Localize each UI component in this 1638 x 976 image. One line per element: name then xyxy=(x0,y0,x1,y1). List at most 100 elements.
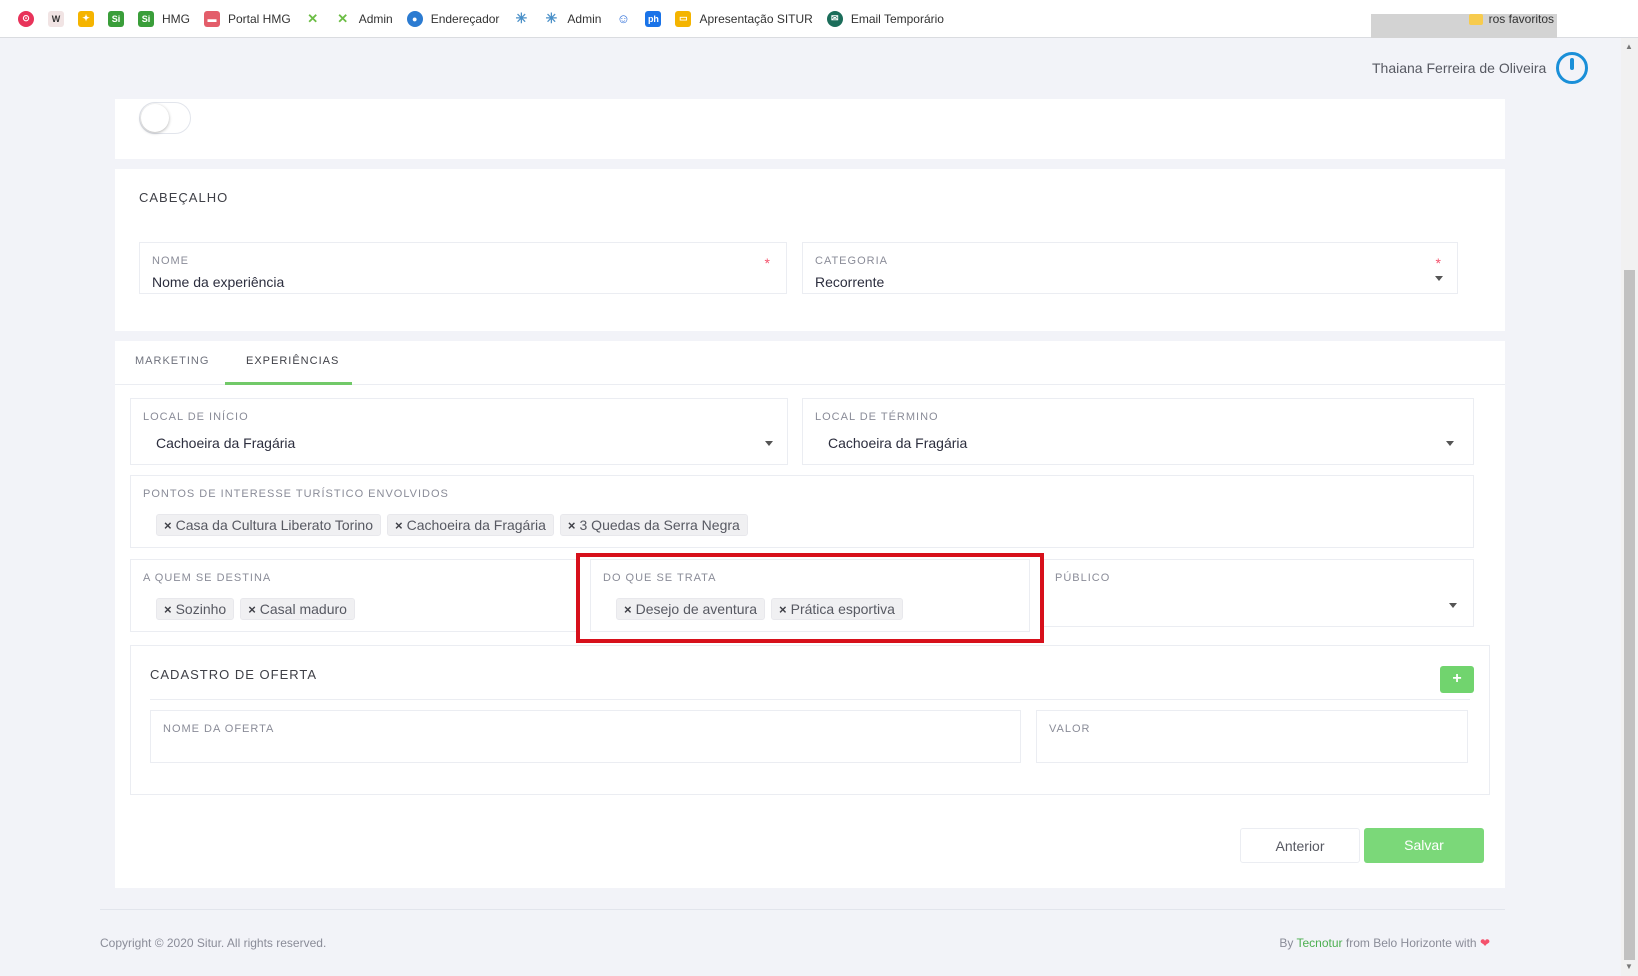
section-title-cabecalho: CABEÇALHO xyxy=(139,190,229,205)
bookmark-3[interactable]: ✦ xyxy=(78,10,94,27)
chip-remove-icon[interactable]: × xyxy=(568,515,576,536)
chevron-down-icon xyxy=(1449,603,1457,608)
x-logo-icon: ✕ xyxy=(307,10,319,26)
publico-select[interactable]: PÚBLICO xyxy=(1042,559,1474,627)
bookmark-admin-2[interactable]: ✳ Admin xyxy=(543,10,602,27)
scroll-down-icon[interactable]: ▼ xyxy=(1625,962,1633,971)
other-favorites-label: ros favoritos xyxy=(1488,12,1554,26)
highlight-box xyxy=(576,553,1044,643)
asterisk-icon: ✳ xyxy=(515,10,528,26)
required-mark: * xyxy=(764,255,770,271)
chip-label: Sozinho xyxy=(175,600,227,617)
other-favorites[interactable]: ros favoritos xyxy=(1468,12,1554,26)
portal-icon: ▬ xyxy=(204,10,220,27)
heart-icon: ❤ xyxy=(1479,936,1490,950)
scroll-up-icon[interactable]: ▲ xyxy=(1625,42,1633,51)
ph-icon: ph xyxy=(645,10,662,27)
footer-credits: By Tecnotur from Belo Horizonte with ❤ xyxy=(1279,936,1490,950)
nome-label: NOME xyxy=(152,255,189,267)
slides-icon: ▭ xyxy=(675,10,692,27)
destina-chips: × Sozinho × Casal maduro xyxy=(156,598,361,620)
offer-section-title: CADASTRO DE OFERTA xyxy=(150,667,318,682)
bookmark-email[interactable]: ✉ Email Temporário xyxy=(826,10,944,27)
bookmark-admin-1[interactable]: ✕ Admin xyxy=(335,10,392,27)
bookmark-label: Portal HMG xyxy=(228,11,291,26)
user-name: Thaiana Ferreira de Oliveira xyxy=(1372,60,1547,76)
chip-remove-icon[interactable]: × xyxy=(164,599,172,620)
local-termino-select[interactable]: LOCAL DE TÉRMINO Cachoeira da Fragária xyxy=(802,398,1474,465)
required-mark: * xyxy=(1435,255,1441,271)
nome-field[interactable]: NOME Nome da experiência * xyxy=(139,242,787,294)
local-termino-label: LOCAL DE TÉRMINO xyxy=(815,411,939,423)
enderecador-icon: ● xyxy=(406,10,423,27)
status-toggle[interactable] xyxy=(139,102,191,134)
bookmark-2[interactable]: W xyxy=(48,10,64,27)
w-icon: W xyxy=(48,10,64,27)
page-scrollbar[interactable]: ▲ ▼ xyxy=(1621,38,1638,976)
chevron-down-icon xyxy=(765,441,773,446)
bookmark-13[interactable]: ph xyxy=(645,10,662,27)
tab-bar: MARKETING EXPERIÊNCIAS xyxy=(115,341,1505,385)
footer-divider xyxy=(100,909,1505,910)
tab-marketing[interactable]: MARKETING xyxy=(135,355,209,367)
bookmark-10[interactable]: ✳ xyxy=(513,10,529,27)
bookmark-4[interactable]: Si xyxy=(108,10,124,27)
valor-label: VALOR xyxy=(1049,723,1091,735)
chip: × Sozinho xyxy=(156,598,235,620)
chevron-down-icon xyxy=(1435,276,1443,281)
valor-field[interactable]: VALOR xyxy=(1036,710,1468,763)
footer-from: from Belo Horizonte with xyxy=(1345,936,1477,950)
bookmark-label: Admin xyxy=(567,11,602,26)
toggle-card xyxy=(115,99,1505,159)
local-inicio-select[interactable]: LOCAL DE INÍCIO Cachoeira da Fragária xyxy=(130,398,788,465)
nome-input[interactable]: Nome da experiência xyxy=(152,274,284,290)
add-offer-button[interactable]: + xyxy=(1440,666,1474,693)
publico-label: PÚBLICO xyxy=(1055,572,1111,584)
local-inicio-label: LOCAL DE INÍCIO xyxy=(143,411,249,423)
footer-brand-link[interactable]: Tecnotur xyxy=(1297,936,1343,950)
bookmark-hmg[interactable]: Si HMG xyxy=(138,10,190,27)
chip-label: 3 Quedas da Serra Negra xyxy=(579,516,740,533)
tab-active-indicator xyxy=(225,382,352,385)
footer-by: By xyxy=(1279,936,1294,950)
pontos-chips: × Casa da Cultura Liberato Torino × Cachoe… xyxy=(156,514,754,536)
previous-button[interactable]: Anterior xyxy=(1240,828,1360,863)
chip: × Casal maduro xyxy=(240,598,355,620)
chip-remove-icon[interactable]: × xyxy=(248,599,256,620)
si-icon: Si xyxy=(138,10,154,27)
bookmark-apresentacao[interactable]: ▭ Apresentação SITUR xyxy=(675,10,813,27)
bookmark-1[interactable]: ⊙ xyxy=(18,10,34,27)
x-logo-icon: ✕ xyxy=(337,10,349,26)
chip: × Cachoeira da Fragária xyxy=(387,514,554,536)
pontos-label: PONTOS DE INTERESSE TURÍSTICO ENVOLVIDOS xyxy=(143,488,449,500)
chip-remove-icon[interactable]: × xyxy=(164,515,172,536)
bookmark-label: Apresentação SITUR xyxy=(699,11,813,26)
divider xyxy=(150,699,1470,700)
scrollbar-thumb[interactable] xyxy=(1624,270,1635,960)
nome-oferta-field[interactable]: NOME DA OFERTA xyxy=(150,710,1021,763)
chip-label: Casa da Cultura Liberato Torino xyxy=(175,516,374,533)
tab-experiencias[interactable]: EXPERIÊNCIAS xyxy=(246,355,339,367)
power-icon[interactable] xyxy=(1556,52,1589,84)
chip: × 3 Quedas da Serra Negra xyxy=(559,514,748,536)
bulb-icon: ✦ xyxy=(78,10,94,27)
folder-icon xyxy=(1468,13,1483,25)
user-menu[interactable]: Thaiana Ferreira de Oliveira xyxy=(1372,52,1589,84)
a-quem-se-destina-field[interactable]: A QUEM SE DESTINA × Sozinho × Casal maduro xyxy=(130,559,578,632)
si-icon: Si xyxy=(108,10,124,27)
chip-label: Casal maduro xyxy=(259,600,347,617)
local-inicio-value: Cachoeira da Fragária xyxy=(156,435,296,451)
bookmark-portal-hmg[interactable]: ▬ Portal HMG xyxy=(204,10,291,27)
bookmark-enderecador[interactable]: ● Endereçador xyxy=(406,10,500,27)
categoria-value: Recorrente xyxy=(815,274,885,290)
chip-remove-icon[interactable]: × xyxy=(395,515,403,536)
mail-icon: ✉ xyxy=(826,10,843,27)
bookmark-label: Endereçador xyxy=(430,11,500,26)
header-section: CABEÇALHO NOME Nome da experiência * CAT… xyxy=(115,169,1505,331)
save-button[interactable]: Salvar xyxy=(1364,828,1484,863)
bookmark-12[interactable]: ☺ xyxy=(615,11,631,27)
categoria-label: CATEGORIA xyxy=(815,255,888,267)
categoria-select[interactable]: CATEGORIA Recorrente * xyxy=(802,242,1458,294)
pontos-interesse-field[interactable]: PONTOS DE INTERESSE TURÍSTICO ENVOLVIDOS… xyxy=(130,475,1474,548)
bookmark-7[interactable]: ✕ xyxy=(305,11,321,27)
